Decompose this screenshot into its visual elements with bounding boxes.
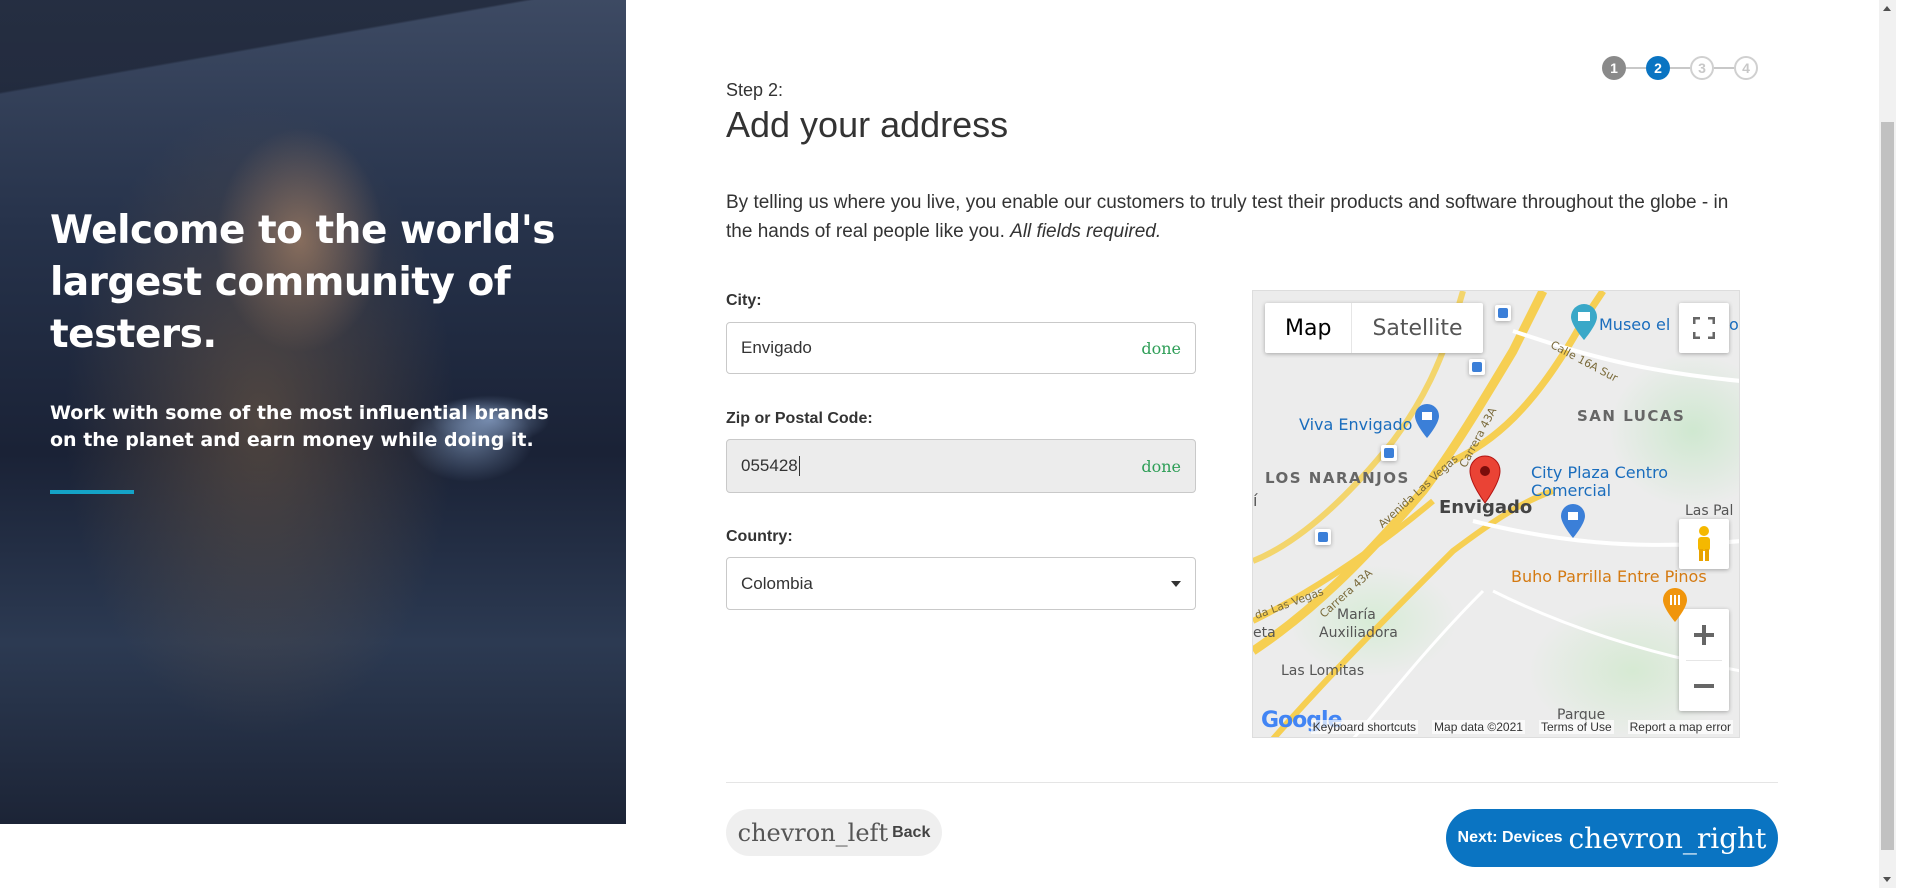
step-label: Step 2: bbox=[726, 80, 784, 100]
step-2: 2 bbox=[1646, 56, 1670, 80]
hero-accent-bar bbox=[50, 490, 134, 494]
country-label: Country: bbox=[726, 528, 793, 545]
dropdown-arrow-icon bbox=[1171, 580, 1181, 587]
country-select[interactable]: Colombia bbox=[726, 557, 1196, 610]
map-label-buho: Buho Parrilla Entre Pinos bbox=[1511, 567, 1707, 586]
map-label-museo: Museo el bbox=[1599, 315, 1671, 334]
map-label-eta: eta bbox=[1253, 625, 1276, 641]
text-caret bbox=[798, 456, 800, 477]
back-label: Back bbox=[892, 823, 931, 841]
scroll-up-icon[interactable] bbox=[1883, 6, 1891, 11]
transit-icon bbox=[1381, 445, 1397, 461]
city-field[interactable]: Envigado done bbox=[726, 322, 1196, 374]
map-data-text: Map data ©2021 bbox=[1432, 720, 1525, 734]
step-1: 1 bbox=[1602, 56, 1626, 80]
map-label-comercial: Comercial bbox=[1531, 481, 1612, 500]
map-label-auxiliadora: Auxiliadora bbox=[1319, 625, 1398, 641]
map-label-envigado: Envigado bbox=[1439, 497, 1533, 518]
city-label: City: bbox=[726, 292, 762, 309]
map-type-map-button[interactable]: Map bbox=[1265, 303, 1351, 353]
next-label: Next: Devices bbox=[1457, 829, 1563, 846]
map-label-maria: María bbox=[1337, 607, 1376, 623]
zip-value-wrap: 055428 bbox=[741, 456, 1141, 477]
google-map[interactable]: Map Satellite Museo el o Calle 16A Sur V… bbox=[1252, 290, 1740, 738]
next-devices-button[interactable]: Next: Devices chevron_right bbox=[1446, 809, 1778, 867]
transit-icon bbox=[1315, 529, 1331, 545]
minus-icon bbox=[1694, 683, 1714, 688]
intro-body: By telling us where you live, you enable… bbox=[726, 192, 1729, 242]
map-label-san-lucas: SAN LUCAS bbox=[1577, 407, 1686, 425]
step-4: 4 bbox=[1734, 56, 1758, 80]
hero-background-mountain bbox=[0, 0, 626, 120]
fullscreen-icon bbox=[1693, 317, 1715, 339]
step-connector bbox=[1670, 67, 1690, 69]
street-view-pegman-button[interactable] bbox=[1679, 519, 1729, 569]
map-label-museo-o: o bbox=[1729, 315, 1739, 334]
map-type-control: Map Satellite bbox=[1265, 303, 1483, 353]
zip-value: 055428 bbox=[741, 455, 798, 475]
city-done-status: done bbox=[1141, 338, 1181, 358]
restaurant-pin-icon bbox=[1663, 588, 1687, 622]
intro-required: All fields required. bbox=[1010, 221, 1162, 242]
keyboard-shortcuts-link[interactable]: Keyboard shortcuts bbox=[1310, 720, 1419, 734]
zip-label: Zip or Postal Code: bbox=[726, 410, 873, 427]
terms-link[interactable]: Terms of Use bbox=[1538, 720, 1614, 734]
zoom-control bbox=[1679, 609, 1729, 711]
report-error-link[interactable]: Report a map error bbox=[1627, 720, 1733, 734]
museum-pin-icon bbox=[1571, 304, 1597, 340]
pegman-icon bbox=[1698, 526, 1710, 561]
plus-icon bbox=[1694, 624, 1714, 645]
zip-field[interactable]: 055428 done bbox=[726, 439, 1196, 493]
hero-title: Welcome to the world's largest community… bbox=[50, 208, 555, 357]
zip-done-status: done bbox=[1141, 456, 1181, 476]
footer-divider bbox=[726, 782, 1778, 783]
shopping-pin-icon bbox=[1415, 404, 1439, 438]
back-button[interactable]: chevron_left Back bbox=[726, 809, 942, 856]
map-label-city-plaza: City Plaza Centro bbox=[1531, 463, 1669, 482]
map-footer: Keyboard shortcuts Map data ©2021 Terms … bbox=[1253, 717, 1739, 737]
zoom-out-button[interactable] bbox=[1679, 661, 1729, 711]
chevron-right-icon: chevron_right bbox=[1568, 821, 1767, 855]
step-connector bbox=[1626, 67, 1646, 69]
page-title: Add your address bbox=[726, 104, 1009, 145]
step-indicator: 1 2 3 4 bbox=[1602, 56, 1758, 80]
map-label-las-lomitas: Las Lomitas bbox=[1281, 663, 1365, 679]
hero-subtitle: Work with some of the most influential b… bbox=[50, 402, 549, 451]
transit-icon bbox=[1469, 359, 1485, 375]
hero-panel: Welcome to the world's largest community… bbox=[0, 0, 626, 824]
scroll-thumb[interactable] bbox=[1881, 122, 1894, 850]
step-3: 3 bbox=[1690, 56, 1714, 80]
map-label-viva: Viva Envigado bbox=[1299, 415, 1413, 434]
shopping-pin-icon bbox=[1561, 504, 1585, 538]
intro-text: By telling us where you live, you enable… bbox=[726, 188, 1756, 246]
map-type-satellite-button[interactable]: Satellite bbox=[1351, 303, 1482, 353]
city-value: Envigado bbox=[741, 338, 812, 357]
page-scrollbar[interactable] bbox=[1879, 0, 1896, 888]
country-value: Colombia bbox=[741, 573, 813, 593]
map-label-los-naranjos: LOS NARANJOS bbox=[1265, 469, 1410, 487]
scroll-down-icon[interactable] bbox=[1883, 877, 1891, 882]
step-connector bbox=[1714, 67, 1734, 69]
chevron-left-icon: chevron_left bbox=[737, 818, 889, 847]
transit-icon bbox=[1495, 305, 1511, 321]
map-label-i: í bbox=[1253, 491, 1258, 510]
fullscreen-button[interactable] bbox=[1679, 303, 1729, 353]
map-label-las-pal: Las Pal bbox=[1685, 503, 1734, 519]
